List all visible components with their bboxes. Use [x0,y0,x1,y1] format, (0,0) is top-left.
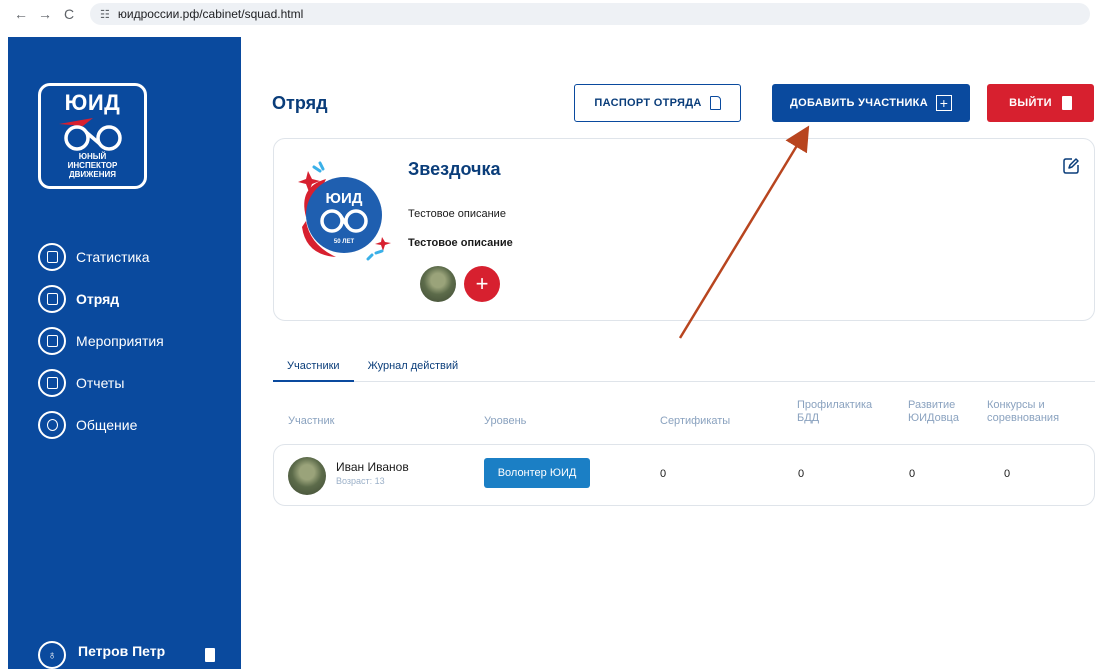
development-value: 0 [909,468,916,480]
reload-icon[interactable]: C [58,3,80,25]
url-text: юидроссии.рф/cabinet/squad.html [117,7,304,21]
squad-logo-years: 50 ЛЕТ [334,239,355,245]
logo-title: ЮИД [64,90,121,115]
column-header-prevention-line2: БДД [797,412,820,424]
sidebar-item-label: Отряд [76,291,120,307]
squad-description-bold: Тестовое описание [408,237,513,249]
plus-square-icon: + [935,95,952,111]
column-header-member: Участник [288,415,335,427]
app-root: ← → C ☷ юидроссии.рф/cabinet/squad.html … [0,0,1107,669]
sidebar-item-reports[interactable]: Отчеты [38,362,164,404]
logo-subtitle-3: ДВИЖЕНИЯ [68,170,117,179]
site-settings-icon[interactable]: ☷ [100,8,110,21]
logo-subtitle-2: ИНСПЕКТОР [67,161,118,170]
sidebar-item-events[interactable]: Мероприятия [38,320,164,362]
member-name: Иван Иванов [336,460,409,474]
squad-name: Звездочка [408,159,501,179]
browser-toolbar: ← → C ☷ юидроссии.рф/cabinet/squad.html [0,0,1107,28]
sidebar-item-label: Отчеты [76,375,125,391]
squad-passport-button[interactable]: ПАСПОРТ ОТРЯДА [574,84,741,122]
sidebar-menu: Статистика Отряд Мероприятия Отчеты Обще… [38,236,164,446]
address-bar[interactable]: ☷ юидроссии.рф/cabinet/squad.html [90,3,1090,25]
user-icon: ♁ [38,641,66,669]
exit-label: ВЫЙТИ [1009,97,1052,109]
sidebar-item-chat[interactable]: Общение [38,404,164,446]
add-member-button[interactable]: ДОБАВИТЬ УЧАСТНИКА + [772,84,970,122]
user-name: Петров Петр [78,643,166,659]
column-header-development-line2: ЮИДовца [908,412,959,424]
statistics-icon [38,243,66,271]
table-row[interactable]: Иван Иванов Возраст: 13 Волонтер ЮИД 0 0… [273,444,1095,506]
tabs: Участники Журнал действий [273,357,1095,382]
squad-logo-image: ЮИД 50 ЛЕТ [298,161,391,261]
sidebar-item-label: Статистика [76,249,150,265]
sidebar: ЮИД ЮНЫЙ ИНСПЕКТОР ДВИЖЕНИЯ Статистика О… [8,37,241,669]
page-title: Отряд [272,93,328,113]
infinity-bike-icon [58,118,122,151]
yuid-logo[interactable]: ЮИД ЮНЫЙ ИНСПЕКТОР ДВИЖЕНИЯ [38,83,147,189]
member-avatar[interactable] [420,266,456,302]
sidebar-item-label: Мероприятия [76,333,164,349]
column-header-prevention: Профилактика БДД [797,399,872,425]
edit-icon[interactable] [1062,157,1080,175]
sidebar-item-statistics[interactable]: Статистика [38,236,164,278]
squad-logo-text: ЮИД [326,190,363,207]
column-header-development-line1: Развитие [908,399,956,411]
add-member-label: ДОБАВИТЬ УЧАСТНИКА [790,97,928,109]
chat-icon [38,411,66,439]
forward-icon[interactable]: → [34,3,56,25]
squad-passport-label: ПАСПОРТ ОТРЯДА [594,97,702,109]
prevention-value: 0 [798,468,805,480]
add-member-round-button[interactable]: + [464,266,500,302]
column-header-contests-line2: соревнования [987,412,1060,424]
column-header-contests: Конкурсы и соревнования [987,399,1059,425]
events-icon [38,327,66,355]
exit-button[interactable]: ВЫЙТИ [987,84,1094,122]
level-badge[interactable]: Волонтер ЮИД [484,458,590,488]
sidebar-item-squad[interactable]: Отряд [38,278,164,320]
squad-card: ЮИД 50 ЛЕТ Звездочка Тестовое описание Т… [273,138,1095,321]
logout-icon[interactable] [205,648,216,662]
column-header-development: Развитие ЮИДовца [908,399,959,425]
column-header-level: Уровень [484,415,527,427]
user-profile[interactable]: ♁ Петров Петр [38,641,216,669]
tab-members[interactable]: Участники [273,357,354,382]
document-icon [709,96,721,110]
reports-icon [38,369,66,397]
column-header-contests-line1: Конкурсы и [987,399,1045,411]
column-header-certificates: Сертификаты [660,415,731,427]
member-avatar [288,457,326,495]
squad-description: Тестовое описание [408,208,506,220]
contests-value: 0 [1004,468,1011,480]
tab-action-log[interactable]: Журнал действий [354,357,473,382]
logo-subtitle-1: ЮНЫЙ [78,152,107,161]
member-age: Возраст: 13 [336,476,385,486]
column-header-prevention-line1: Профилактика [797,399,873,411]
squad-icon [38,285,66,313]
certificates-value: 0 [660,468,667,480]
exit-door-icon [1061,96,1072,110]
sidebar-item-label: Общение [76,417,138,433]
back-icon[interactable]: ← [10,3,32,25]
